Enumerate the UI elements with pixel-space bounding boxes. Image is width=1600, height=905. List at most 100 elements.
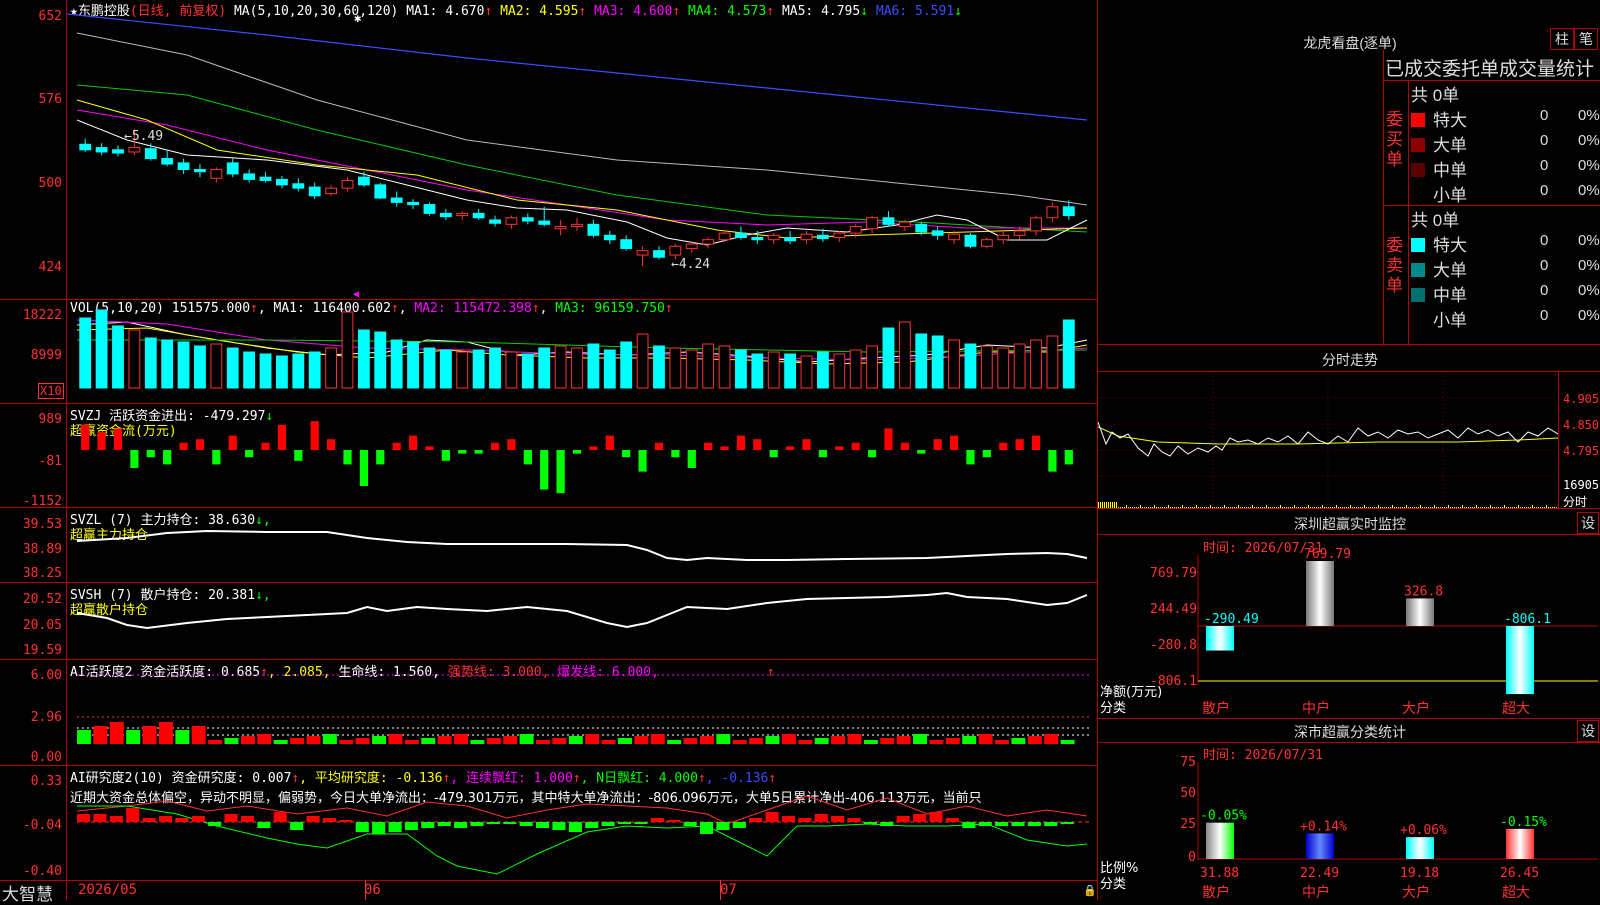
buy-row-s[interactable]: 小单: [1411, 181, 1467, 206]
m-sell-color-icon: [1411, 288, 1425, 302]
sell-row-s[interactable]: 小单: [1411, 306, 1467, 331]
sell-row-l[interactable]: 大单: [1411, 256, 1467, 281]
classify-ytick: 0: [1188, 850, 1196, 865]
monitor-ytick: 244.49: [1150, 602, 1197, 617]
classify-ytick: 25: [1180, 817, 1196, 832]
ai-active-bar: [798, 740, 813, 744]
classify-bar: [1306, 833, 1334, 859]
candle-body: [554, 226, 567, 230]
ai-active-bar: [191, 726, 206, 744]
svzj-bar: [179, 442, 188, 450]
ai-research-bar: [240, 816, 255, 822]
kline-chart[interactable]: ←5.49 ←4.24 ✱ ◀: [67, 0, 1097, 299]
ai-active-bar: [339, 740, 354, 744]
volume-bar: [308, 351, 321, 389]
volume-bar: [915, 333, 928, 389]
marker-triangle-icon: ◀: [353, 289, 359, 299]
volume-bar: [456, 351, 469, 389]
svzj-bar: [605, 435, 614, 450]
svzj-bar: [949, 435, 959, 450]
ai-active-bar: [601, 740, 616, 744]
tick-view-button[interactable]: 笔: [1574, 28, 1598, 50]
classify-chart[interactable]: -0.05% 31.88 +0.14% 22.49 +0.06% 19.18 -0.15% 2…: [1098, 742, 1600, 900]
monitor-ytick: 769.79: [1150, 566, 1197, 581]
classify-pct-label: +0.06%: [1400, 823, 1447, 838]
vol-tick: 8999: [30, 348, 62, 363]
svzj-bar: [786, 446, 795, 450]
svsh-tick: 19.59: [22, 643, 62, 658]
svzj-bar: [818, 450, 827, 458]
monitor-chart[interactable]: -290.49 769.79 326.8 -806.1: [1098, 535, 1600, 725]
ai-research-bar: [486, 822, 500, 824]
svzl-chart[interactable]: [67, 508, 1097, 582]
ai-active-bar: [650, 734, 665, 744]
classify-title: 深市超赢分类统计: [1294, 724, 1406, 740]
sell-pct: 0%: [1578, 307, 1600, 324]
candle-body: [226, 162, 239, 175]
volume-bar: [866, 345, 878, 389]
classify-settings-button[interactable]: 设: [1577, 720, 1599, 742]
lock-icon[interactable]: 🔒: [1083, 884, 1097, 897]
svzj-bar: [638, 450, 647, 472]
monitor-settings-button[interactable]: 设: [1577, 512, 1599, 534]
ai-research-bar: [995, 822, 1009, 826]
ai-active-tick: 6.00: [30, 668, 62, 683]
svzj-bar: [294, 450, 303, 461]
ai-active-bar: [585, 734, 600, 744]
ai-active-bar: [306, 736, 321, 744]
candle-body: [292, 183, 305, 189]
ai-research-chart[interactable]: [67, 766, 1097, 880]
buy-row-l[interactable]: 大单: [1411, 131, 1467, 156]
volume-bar: [226, 347, 239, 389]
ai-active-tick: 0.00: [30, 750, 62, 765]
buy-num: 0: [1540, 182, 1549, 199]
buy-pct: 0%: [1578, 132, 1600, 149]
sell-num: 0: [1540, 232, 1549, 249]
volume-bar: [144, 337, 157, 389]
ai-active-chart[interactable]: [67, 660, 1097, 765]
ma5-line: [76, 32, 1088, 206]
sell-row-xl[interactable]: 特大: [1411, 231, 1467, 256]
volume-bar: [603, 349, 616, 389]
classify-pct-label: -0.05%: [1200, 809, 1247, 824]
volume-bar: [210, 343, 223, 389]
candle-body: [948, 233, 960, 241]
buy-row-xl[interactable]: 特大: [1411, 106, 1467, 131]
svzj-bar: [458, 450, 467, 454]
buy-row-m[interactable]: 中单: [1411, 156, 1467, 181]
svzj-bar: [163, 450, 172, 465]
ai-research-bar: [191, 816, 205, 822]
classify-pct-label: +0.14%: [1300, 819, 1347, 834]
volume-chart[interactable]: [67, 300, 1097, 403]
intraday-chart[interactable]: [1098, 372, 1558, 508]
candle-body: [243, 173, 256, 180]
volume-bar: [489, 347, 501, 389]
candle-body: [882, 217, 895, 225]
sell-row-m[interactable]: 中单: [1411, 281, 1467, 306]
ai-active-bar: [929, 740, 944, 744]
candle-body: [669, 245, 682, 256]
app-logo[interactable]: 大智慧: [2, 880, 53, 905]
svsh-tick: 20.05: [22, 618, 62, 633]
ai-active-bar: [273, 740, 288, 744]
svsh-chart[interactable]: [67, 583, 1097, 659]
volume-bar: [292, 353, 305, 389]
ai-research-bar: [962, 822, 976, 828]
ai-active-bar: [290, 738, 305, 744]
ai-active-bar: [1011, 738, 1026, 744]
ai-active-bar: [372, 736, 387, 744]
svzj-chart[interactable]: [67, 404, 1097, 507]
ai-research-bar: [1011, 822, 1025, 826]
ai-research-bar: [355, 822, 369, 832]
ai-active-bar: [765, 736, 780, 744]
bar-view-button[interactable]: 柱: [1550, 28, 1574, 50]
volume-bar: [554, 345, 567, 389]
ai-active-bar: [617, 738, 632, 744]
ai-active-bar: [109, 722, 124, 744]
candle-body: [653, 250, 665, 258]
volume-bar: [1062, 319, 1075, 389]
svzj-bar: [359, 450, 368, 486]
volume-bar: [390, 339, 403, 389]
svzl-tick: 38.25: [22, 566, 62, 581]
volume-bar: [882, 327, 895, 389]
